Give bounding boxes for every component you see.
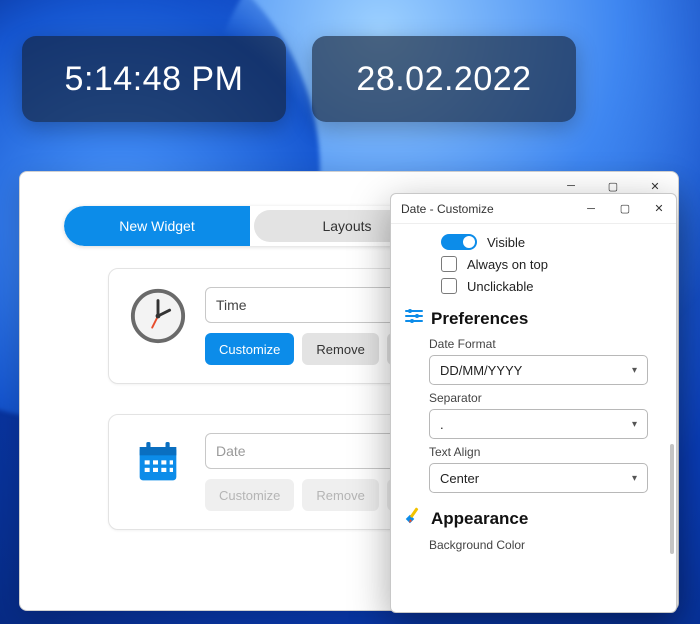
always-on-top-label: Always on top: [467, 257, 548, 272]
dialog-close-button[interactable]: ✕: [642, 195, 676, 223]
preferences-heading: Preferences: [405, 308, 662, 329]
remove-button[interactable]: Remove: [302, 479, 378, 511]
date-format-label: Date Format: [429, 337, 662, 351]
appearance-icon: [405, 507, 423, 530]
background-color-label: Background Color: [429, 538, 662, 552]
appearance-heading: Appearance: [405, 507, 662, 530]
text-align-select[interactable]: Center ▾: [429, 463, 648, 493]
remove-button[interactable]: Remove: [302, 333, 378, 365]
unclickable-label: Unclickable: [467, 279, 533, 294]
separator-select[interactable]: . ▾: [429, 409, 648, 439]
separator-label: Separator: [429, 391, 662, 405]
time-value: 5:14:48 PM: [65, 60, 244, 99]
always-on-top-checkbox[interactable]: [441, 256, 457, 272]
visible-toggle[interactable]: [441, 234, 477, 250]
chevron-down-icon: ▾: [632, 419, 637, 430]
chevron-down-icon: ▾: [632, 365, 637, 376]
date-format-value: DD/MM/YYYY: [440, 363, 522, 378]
date-value: 28.02.2022: [356, 60, 531, 99]
dialog-minimize-button[interactable]: ─: [574, 195, 608, 223]
date-format-select[interactable]: DD/MM/YYYY ▾: [429, 355, 648, 385]
visible-label: Visible: [487, 235, 525, 250]
dialog-maximize-button[interactable]: ▢: [608, 195, 642, 223]
tab-new-widget[interactable]: New Widget: [64, 206, 250, 246]
unclickable-checkbox[interactable]: [441, 278, 457, 294]
dialog-title: Date - Customize: [401, 202, 494, 216]
dialog-titlebar: Date - Customize ─ ▢ ✕: [391, 194, 676, 224]
text-align-value: Center: [440, 471, 479, 486]
desktop-time-widget[interactable]: 5:14:48 PM: [22, 36, 286, 122]
customize-button[interactable]: Customize: [205, 479, 294, 511]
separator-value: .: [440, 417, 444, 432]
customize-button[interactable]: Customize: [205, 333, 294, 365]
clock-icon: [129, 287, 187, 345]
chevron-down-icon: ▾: [632, 473, 637, 484]
date-customize-dialog: Date - Customize ─ ▢ ✕ Visible Always on…: [390, 193, 677, 613]
calendar-icon: [129, 433, 187, 491]
dialog-scrollbar[interactable]: [670, 444, 674, 554]
sliders-icon: [405, 308, 423, 329]
desktop-date-widget[interactable]: 28.02.2022: [312, 36, 576, 122]
text-align-label: Text Align: [429, 445, 662, 459]
